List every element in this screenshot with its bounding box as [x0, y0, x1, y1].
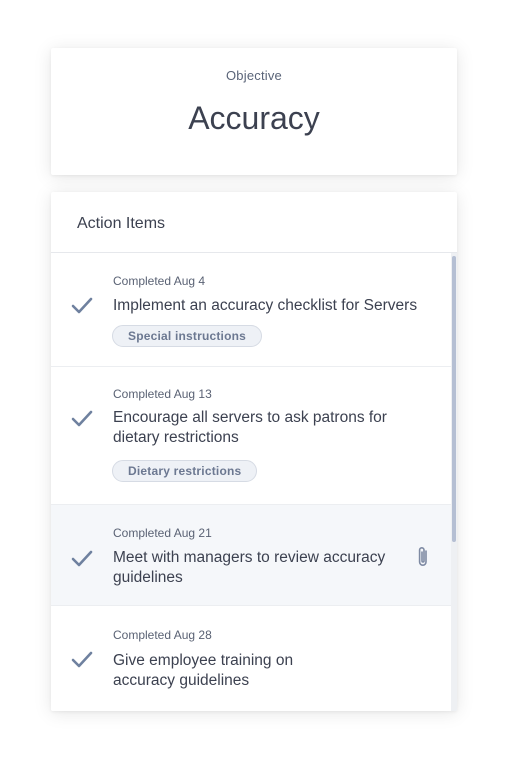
action-item-status: Completed Aug 21 — [113, 526, 212, 540]
objective-title: Accuracy — [188, 100, 320, 136]
action-item-text: Implement an accuracy checklist for Serv… — [113, 297, 418, 314]
action-item-text: Give employee training on accuracy guide… — [113, 652, 294, 689]
action-item-status: Completed Aug 28 — [113, 628, 212, 642]
action-item[interactable]: Completed Aug 21 Meet with managers to r… — [51, 505, 451, 606]
action-item-text: Meet with managers to review accuracy gu… — [113, 549, 386, 586]
check-icon — [71, 297, 93, 314]
action-item-text: Encourage all servers to ask patrons for… — [113, 409, 387, 446]
scrollbar[interactable] — [451, 253, 457, 711]
action-item[interactable]: Completed Aug 13 Encourage all servers t… — [51, 367, 451, 505]
scrollbar-thumb[interactable] — [452, 256, 456, 542]
check-icon — [71, 651, 93, 668]
action-items-card: Action Items Completed Aug 4 Implement a… — [51, 192, 457, 711]
tag-badge[interactable]: Special instructions — [112, 325, 263, 347]
action-item[interactable]: Completed Aug 4 Implement an accuracy ch… — [51, 253, 451, 367]
tag-badge[interactable]: Dietary restrictions — [112, 460, 258, 482]
action-item-status: Completed Aug 4 — [113, 274, 206, 288]
action-items-list[interactable]: Completed Aug 4 Implement an accuracy ch… — [51, 253, 451, 711]
objective-card: Objective Accuracy — [51, 48, 457, 175]
page: Objective Accuracy Action Items Complete… — [0, 0, 508, 763]
action-items-header: Action Items — [51, 192, 457, 253]
action-item[interactable]: Completed Aug 28 Give employee training … — [51, 606, 451, 711]
check-icon — [71, 410, 93, 427]
action-item-status: Completed Aug 13 — [113, 387, 212, 401]
action-items-title: Action Items — [77, 215, 166, 232]
objective-label: Objective — [226, 68, 282, 83]
paperclip-icon[interactable] — [415, 545, 431, 569]
check-icon — [71, 550, 93, 567]
